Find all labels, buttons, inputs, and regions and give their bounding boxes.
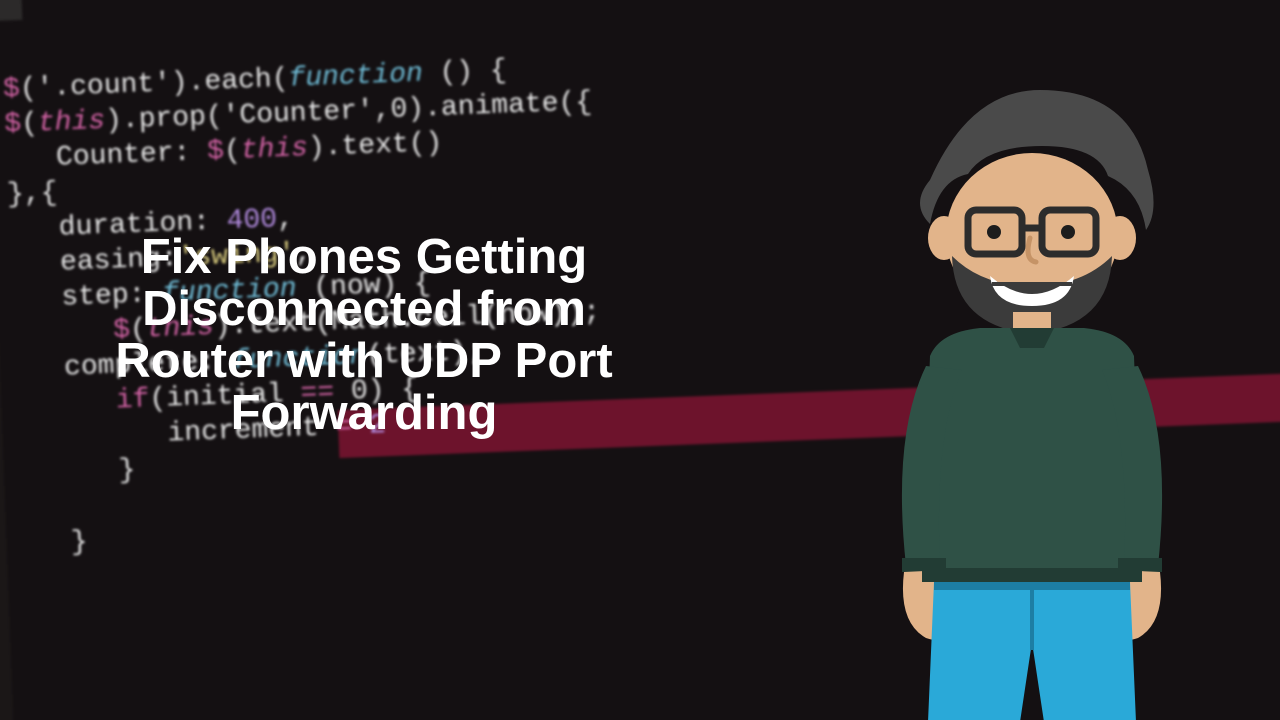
cartoon-presenter bbox=[810, 60, 1240, 720]
tab-file[interactable]: .html bbox=[0, 0, 22, 23]
video-headline: Fix Phones Getting Disconnected from Rou… bbox=[94, 232, 634, 440]
tab-strip: .html bbox=[0, 0, 22, 24]
